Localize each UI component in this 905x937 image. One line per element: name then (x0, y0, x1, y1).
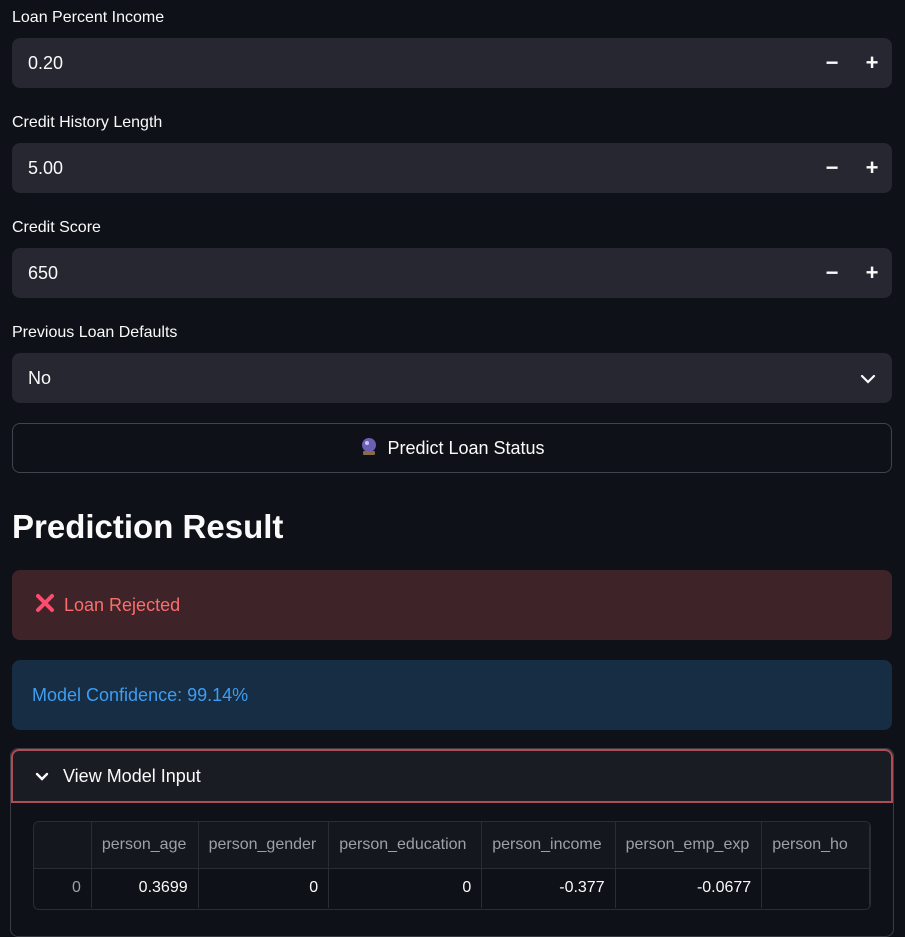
credit-score-value[interactable]: 650 (12, 263, 812, 284)
model-input-expander: View Model Input person_age person_gende… (10, 748, 894, 937)
credit-score-label: Credit Score (12, 219, 101, 236)
column-header[interactable]: person_emp_exp (615, 822, 763, 869)
table-cell-index[interactable]: 0 (34, 868, 92, 908)
prediction-result-heading: Prediction Result (12, 508, 284, 545)
loan-status-alert: Loan Rejected (12, 570, 892, 640)
loan-percent-income-label: Loan Percent Income (12, 9, 165, 26)
table-cell[interactable] (761, 868, 870, 908)
predict-loan-status-button[interactable]: Predict Loan Status (12, 423, 892, 473)
cross-mark-icon (34, 592, 56, 619)
column-header[interactable]: person_education (328, 822, 483, 869)
column-header[interactable]: person_income (481, 822, 616, 869)
column-header[interactable]: person_ho (761, 822, 870, 869)
previous-loan-defaults-select[interactable]: No (12, 353, 892, 403)
chevron-down-icon (35, 766, 49, 787)
chevron-down-icon[interactable] (860, 368, 876, 389)
decrement-button[interactable]: − (812, 248, 852, 298)
loan-percent-income-value[interactable]: 0.20 (12, 53, 812, 74)
decrement-button[interactable]: − (812, 38, 852, 88)
increment-button[interactable]: + (852, 248, 892, 298)
credit-history-length-label: Credit History Length (12, 114, 163, 131)
increment-button[interactable]: + (852, 38, 892, 88)
credit-history-length-input[interactable]: 5.00 − + (12, 143, 892, 193)
table-header-row: person_age person_gender person_educatio… (34, 822, 870, 869)
table-cell[interactable]: -0.377 (481, 868, 616, 908)
table-cell[interactable]: 0.3699 (91, 868, 199, 908)
table-cell[interactable]: -0.0677 (615, 868, 763, 908)
column-header[interactable]: person_gender (198, 822, 330, 869)
decrement-button[interactable]: − (812, 143, 852, 193)
previous-loan-defaults-value: No (28, 367, 52, 388)
model-input-table[interactable]: person_age person_gender person_educatio… (33, 821, 871, 910)
loan-status-text: Loan Rejected (64, 594, 181, 615)
table-cell[interactable]: 0 (328, 868, 483, 908)
increment-button[interactable]: + (852, 143, 892, 193)
table-cell[interactable]: 0 (198, 868, 330, 908)
model-confidence-alert: Model Confidence: 99.14% (12, 660, 892, 730)
column-header[interactable]: person_age (91, 822, 199, 869)
expander-label: View Model Input (63, 765, 201, 786)
expander-header[interactable]: View Model Input (11, 749, 893, 803)
credit-score-input[interactable]: 650 − + (12, 248, 892, 298)
previous-loan-defaults-label: Previous Loan Defaults (12, 324, 178, 341)
credit-history-length-value[interactable]: 5.00 (12, 158, 812, 179)
predict-button-label: Predict Loan Status (387, 437, 545, 458)
loan-percent-income-input[interactable]: 0.20 − + (12, 38, 892, 88)
crystal-ball-icon (359, 436, 379, 461)
model-confidence-text: Model Confidence: 99.14% (32, 684, 249, 705)
table-row: 0 0.3699 0 0 -0.377 -0.0677 (34, 868, 870, 908)
column-header-index[interactable] (34, 822, 92, 869)
